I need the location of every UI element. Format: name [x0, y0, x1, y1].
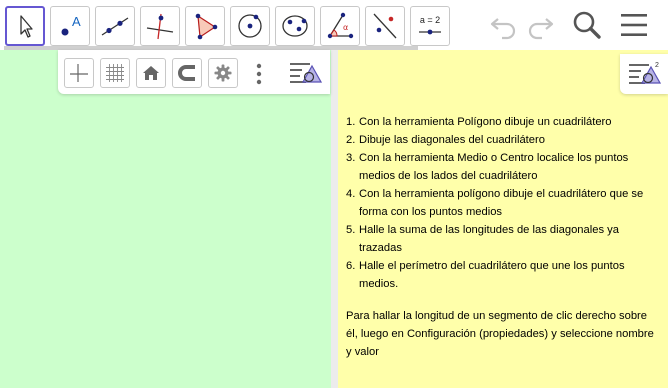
instructions-list: 1. Con la herramienta Polígono dibuje un … [346, 113, 664, 293]
panel-divider[interactable] [331, 50, 338, 388]
standard-view-button[interactable] [136, 58, 166, 88]
move-tool-button[interactable] [5, 6, 45, 46]
search-icon [573, 11, 601, 39]
instruction-number: 5. [346, 224, 356, 236]
instruction-number: 6. [346, 260, 356, 272]
graphics-settings-button[interactable] [208, 58, 238, 88]
svg-text:α: α [343, 23, 348, 32]
instruction-text: Con la herramienta Medio o Centro locali… [359, 152, 629, 182]
instructions-text: 1. Con la herramienta Polígono dibuje un … [346, 113, 664, 293]
graphics-view[interactable] [0, 50, 331, 388]
ellipse-tool-button[interactable] [275, 6, 315, 46]
perpendicular-tool-button[interactable] [140, 6, 180, 46]
line-through-points-icon [101, 17, 129, 36]
geogebra-app: A α a = 2 2 1. Con la herramienta Polígo… [0, 0, 668, 388]
instruction-number: 3. [346, 152, 356, 164]
instruction-number: 4. [346, 188, 356, 200]
instruction-text: Dibuje las diagonales del cuadrilátero [359, 134, 545, 146]
instruction-text: Halle el perímetro del cuadrilátero que … [359, 260, 625, 290]
search-button[interactable] [570, 8, 604, 42]
show-grid-button[interactable] [100, 58, 130, 88]
circle-tool-button[interactable] [230, 6, 270, 46]
circle-center-point-icon [238, 14, 262, 38]
redo-button[interactable] [523, 8, 557, 42]
instruction-item: 1. Con la herramienta Polígono dibuje un … [346, 113, 664, 131]
polygon-tool-button[interactable] [185, 6, 225, 46]
grid-icon [106, 64, 124, 82]
point-capturing-button[interactable] [172, 58, 202, 88]
redo-icon [528, 18, 554, 40]
instruction-item: 3. Con la herramienta Medio o Centro loca… [346, 149, 664, 185]
instruction-text: Con la herramienta polígono dibuje el cu… [359, 188, 644, 218]
slider-icon: a = 2 [419, 15, 441, 35]
more-vertical-icon[interactable] [254, 62, 264, 86]
home-icon [143, 66, 159, 80]
toolbar: A α a = 2 [0, 0, 668, 50]
main-menu-button[interactable] [617, 8, 651, 42]
algebra-style-bar-toggle[interactable]: 2 [620, 54, 668, 94]
show-axes-button[interactable] [64, 58, 94, 88]
instruction-item: 2. Dibuje las diagonales del cuadrilátero [346, 131, 664, 149]
svg-text:A: A [72, 14, 81, 29]
magnet-icon [178, 65, 195, 81]
segment-length-note: Para hallar la longitud de un segmento d… [346, 310, 654, 358]
settings-gear-icon [214, 64, 232, 82]
angle-icon: α [327, 12, 354, 39]
instruction-text: Con la herramienta Polígono dibuje un cu… [359, 116, 612, 128]
line-tool-button[interactable] [95, 6, 135, 46]
undo-button[interactable] [487, 8, 521, 42]
stylebar-toggle-icon[interactable] [288, 60, 322, 86]
svg-text:a = 2: a = 2 [420, 15, 440, 25]
point-a-icon: A [61, 14, 81, 36]
instruction-text: Halle la suma de las longitudes de las d… [359, 224, 619, 254]
cursor-arrow-icon [20, 15, 33, 38]
undo-icon [490, 18, 516, 40]
axes-icon [70, 64, 88, 82]
instruction-item: 4. Con la herramienta polígono dibuje el … [346, 185, 664, 221]
svg-text:2: 2 [655, 62, 659, 69]
angle-tool-button[interactable]: α [320, 6, 360, 46]
instruction-item: 6. Halle el perímetro del cuadrilátero qu… [346, 257, 664, 293]
graphics-style-bar [58, 50, 330, 94]
instruction-number: 2. [346, 134, 356, 146]
reflect-line-icon [373, 13, 397, 39]
perpendicular-line-icon [146, 13, 174, 40]
point-tool-button[interactable]: A [50, 6, 90, 46]
polygon-icon [195, 13, 218, 40]
instruction-item: 5. Halle la suma de las longitudes de las… [346, 221, 664, 257]
hamburger-menu-icon [621, 14, 647, 36]
slider-tool-button[interactable]: a = 2 [410, 6, 450, 46]
reflect-tool-button[interactable] [365, 6, 405, 46]
algebra-stylebar-toggle-icon: 2 [629, 62, 661, 84]
ellipse-icon [282, 15, 308, 37]
instruction-number: 1. [346, 116, 356, 128]
